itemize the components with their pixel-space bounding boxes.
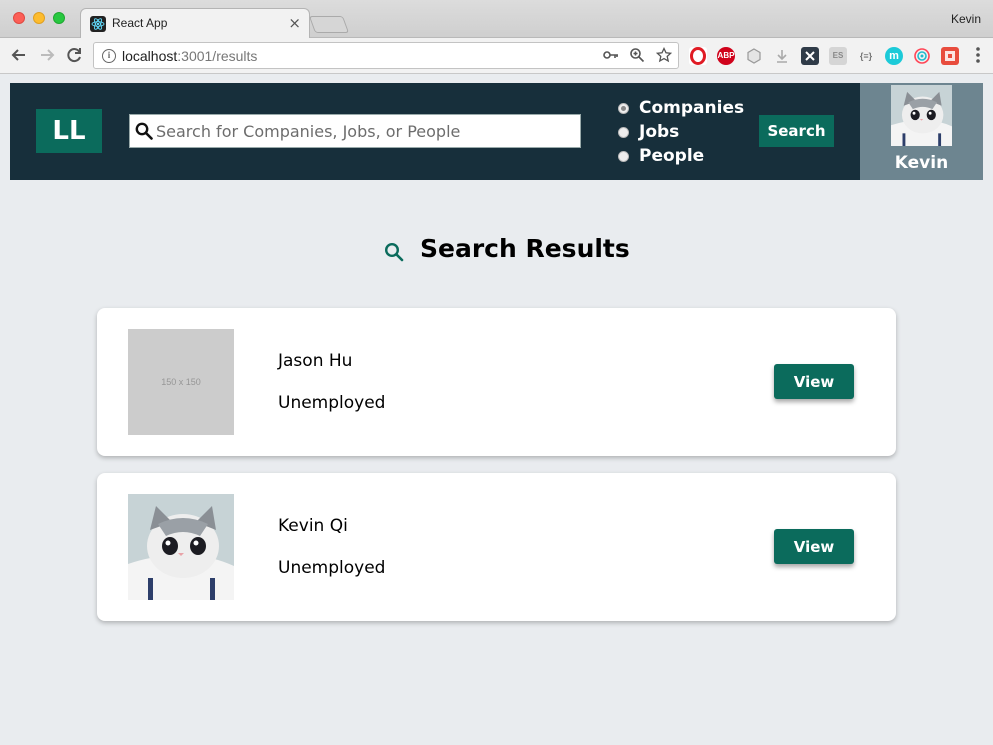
m-extension-icon[interactable]: m bbox=[885, 47, 903, 65]
search-icon bbox=[384, 242, 404, 262]
radio-jobs[interactable]: Jobs bbox=[618, 120, 679, 144]
json-viewer-icon[interactable]: {≡} bbox=[857, 47, 875, 65]
tab-title: React App bbox=[112, 16, 168, 30]
user-panel[interactable]: Kevin bbox=[860, 83, 983, 180]
results-heading: Search Results bbox=[0, 234, 993, 268]
url-text[interactable]: localhost:3001/results bbox=[122, 48, 257, 64]
page-title: Search Results bbox=[420, 234, 630, 263]
window-minimize-button[interactable] bbox=[33, 12, 45, 24]
profile-image-placeholder: 150 x 150 bbox=[128, 329, 234, 435]
zoom-icon[interactable] bbox=[628, 47, 646, 68]
reload-icon[interactable] bbox=[63, 44, 85, 66]
result-name: Kevin Qi bbox=[278, 516, 348, 536]
puzzle-extension-icon[interactable] bbox=[941, 47, 959, 65]
radio-button-people[interactable] bbox=[618, 150, 629, 162]
es-extension-icon[interactable]: ES bbox=[829, 47, 847, 65]
new-tab-button[interactable] bbox=[308, 16, 350, 33]
browser-menu-icon[interactable] bbox=[975, 46, 981, 68]
result-status: Unemployed bbox=[278, 393, 386, 413]
radio-label-jobs: Jobs bbox=[639, 122, 680, 142]
browser-tab[interactable]: React App × bbox=[80, 8, 310, 39]
avatar[interactable] bbox=[891, 85, 952, 146]
profile-image bbox=[128, 494, 234, 600]
forward-arrow-icon[interactable] bbox=[36, 44, 58, 66]
app-logo[interactable]: LL bbox=[36, 109, 102, 153]
browser-toolbar: i localhost:3001/results ABP ES {≡} m bbox=[0, 38, 993, 74]
radio-companies[interactable]: Companies bbox=[618, 96, 744, 120]
window-maximize-button[interactable] bbox=[53, 12, 65, 24]
view-button[interactable]: View bbox=[774, 529, 854, 564]
bookmark-star-icon[interactable] bbox=[655, 46, 673, 68]
window-titlebar: React App × Kevin bbox=[0, 0, 993, 39]
radio-label-companies: Companies bbox=[639, 98, 745, 118]
search-input[interactable] bbox=[156, 119, 576, 143]
back-arrow-icon[interactable] bbox=[8, 44, 30, 66]
window-close-button[interactable] bbox=[13, 12, 25, 24]
radio-button-jobs[interactable] bbox=[618, 126, 629, 138]
search-button[interactable]: Search bbox=[759, 115, 834, 147]
radio-people[interactable]: People bbox=[618, 144, 704, 168]
view-button[interactable]: View bbox=[774, 364, 854, 399]
tab-close-icon[interactable]: × bbox=[288, 14, 301, 32]
react-icon bbox=[90, 16, 106, 32]
address-bar[interactable]: i localhost:3001/results bbox=[93, 42, 679, 69]
opera-extension-icon[interactable] bbox=[689, 47, 707, 65]
result-card: Kevin Qi Unemployed View bbox=[97, 473, 896, 621]
user-name[interactable]: Kevin bbox=[860, 153, 983, 173]
browser-profile-name[interactable]: Kevin bbox=[951, 12, 981, 26]
radio-label-people: People bbox=[639, 146, 705, 166]
cube-extension-icon[interactable] bbox=[745, 47, 763, 65]
adblock-plus-icon[interactable]: ABP bbox=[717, 47, 735, 65]
result-name: Jason Hu bbox=[278, 351, 353, 371]
key-icon[interactable] bbox=[602, 47, 620, 68]
result-card: 150 x 150 Jason Hu Unemployed View bbox=[97, 308, 896, 456]
info-icon[interactable]: i bbox=[102, 49, 116, 63]
app-header: LL Companies Jobs People Search bbox=[10, 83, 860, 180]
radio-button-companies[interactable] bbox=[618, 102, 629, 114]
download-extension-icon[interactable] bbox=[773, 47, 791, 65]
search-bar bbox=[129, 114, 581, 148]
search-icon bbox=[135, 122, 153, 140]
x-extension-icon[interactable] bbox=[801, 47, 819, 65]
target-extension-icon[interactable] bbox=[913, 47, 931, 65]
result-status: Unemployed bbox=[278, 558, 386, 578]
